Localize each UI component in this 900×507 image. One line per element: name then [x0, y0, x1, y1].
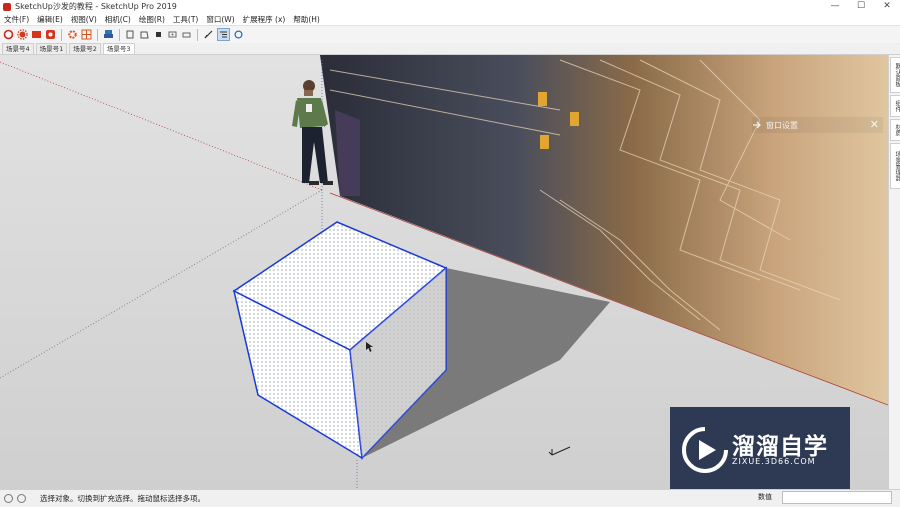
open-folder-icon[interactable] [31, 29, 42, 40]
window-controls: — ☐ ✕ [822, 0, 900, 13]
window-settings-popup[interactable]: 窗口设置 ✕ [752, 117, 883, 133]
menu-draw[interactable]: 绘图(R) [139, 14, 165, 25]
window-settings-label: 窗口设置 [766, 120, 798, 130]
menu-window[interactable]: 窗口(W) [206, 14, 234, 25]
paint-icon[interactable] [45, 29, 56, 40]
sketchup-logo-icon [3, 2, 11, 11]
close-button[interactable]: ✕ [874, 0, 900, 13]
menu-tools[interactable]: 工具(T) [173, 14, 198, 25]
tray-tab-components[interactable]: 组件 [890, 95, 900, 117]
scene-tabs: 场景号4 场景号1 场景号2 场景号3 [0, 43, 900, 55]
minimize-button[interactable]: — [822, 0, 848, 13]
pin-arrow-icon[interactable] [752, 120, 762, 130]
menu-view[interactable]: 视图(V) [71, 14, 97, 25]
menu-bar: 文件(F) 编辑(E) 视图(V) 相机(C) 绘图(R) 工具(T) 窗口(W… [0, 13, 900, 25]
menu-extensions[interactable]: 扩展程序 (x) [243, 14, 286, 25]
tab-scene-4[interactable]: 场景号4 [2, 43, 34, 54]
play-logo-icon [682, 427, 728, 473]
tray-tab-scenes[interactable]: 场景管理器 [890, 143, 900, 189]
gear-icon[interactable] [67, 29, 78, 40]
popup-close-icon[interactable]: ✕ [870, 117, 879, 133]
section-fill-icon[interactable] [153, 29, 164, 40]
section-toggle-icon[interactable] [181, 29, 192, 40]
geo-location-icon[interactable] [4, 494, 13, 503]
toolbar-divider [197, 28, 198, 41]
watermark-title: 溜溜自学 [732, 434, 828, 460]
credits-icon[interactable] [17, 494, 26, 503]
grid-icon[interactable] [81, 29, 92, 40]
menu-file[interactable]: 文件(F) [4, 14, 29, 25]
watermark-overlay: 溜溜自学 ZIXUE.3D66.COM [670, 407, 850, 492]
menu-edit[interactable]: 编辑(E) [37, 14, 63, 25]
outliner-icon[interactable] [217, 28, 230, 41]
section-cut-icon[interactable] [139, 29, 150, 40]
3d-warehouse-icon[interactable] [3, 29, 14, 40]
tray-tab-materials[interactable]: 材质 [890, 119, 900, 141]
axes-icon[interactable] [203, 29, 214, 40]
measurements-input[interactable] [782, 491, 892, 504]
status-hint-text: 选择对象。切换到扩充选择。拖动鼠标选择多项。 [40, 494, 205, 503]
window-title: SketchUp沙发的教程 - SketchUp Pro 2019 [15, 2, 177, 11]
title-bar: SketchUp沙发的教程 - SketchUp Pro 2019 — ☐ ✕ [0, 0, 900, 13]
measurements-label: 数值 [758, 493, 772, 501]
menu-camera[interactable]: 相机(C) [105, 14, 131, 25]
toolbar-divider [119, 28, 120, 41]
tab-scene-3[interactable]: 场景号3 [102, 43, 135, 54]
print-icon[interactable] [103, 29, 114, 40]
maximize-button[interactable]: ☐ [848, 0, 874, 13]
section-display-icon[interactable] [167, 29, 178, 40]
toolbar [0, 25, 900, 44]
watermark-url: ZIXUE.3D66.COM [732, 457, 816, 466]
extension-icon[interactable] [17, 29, 28, 40]
toolbar-divider [61, 28, 62, 41]
tab-scene-1[interactable]: 场景号1 [35, 43, 68, 54]
toolbar-divider [97, 28, 98, 41]
right-tray-panel: 默认面板 组件 材质 场景管理器 [888, 55, 900, 489]
tab-scene-2[interactable]: 场景号2 [69, 43, 101, 54]
menu-help[interactable]: 帮助(H) [293, 14, 320, 25]
tray-tab-default[interactable]: 默认面板 [890, 57, 900, 93]
section-plane-icon[interactable] [125, 29, 136, 40]
styles-icon[interactable] [233, 29, 244, 40]
